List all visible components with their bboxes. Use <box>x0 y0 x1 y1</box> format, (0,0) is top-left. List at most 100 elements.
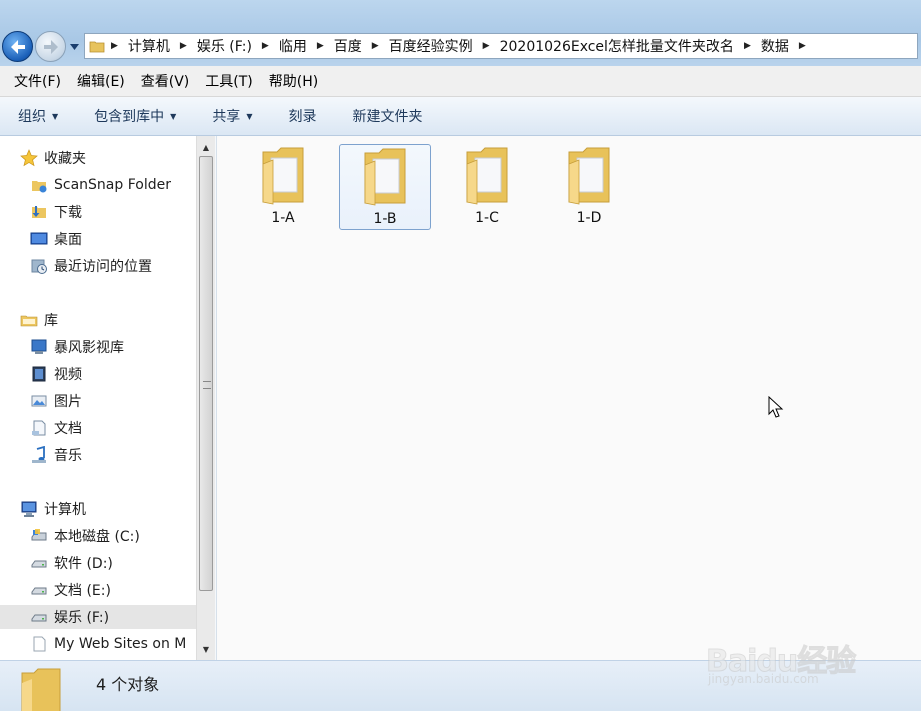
breadcrumb-item[interactable]: 百度经验实例 <box>385 36 477 56</box>
menu-file[interactable]: 文件(F) <box>14 71 61 91</box>
menu-bar: 文件(F) 编辑(E) 查看(V) 工具(T) 帮助(H) <box>0 66 921 97</box>
chevron-down-icon: ▼ <box>170 111 177 121</box>
folder-item-selected[interactable]: 1-B <box>339 144 431 230</box>
media-library-icon <box>30 338 48 356</box>
navigation-pane: 收藏夹 ScanSnap Folder 下载 桌面 最近访问的位置 库 暴风影视… <box>0 136 196 660</box>
new-folder-button[interactable]: 新建文件夹 <box>352 106 422 126</box>
sidebar-item-label: 文档 <box>54 421 82 437</box>
organize-button[interactable]: 组织 ▼ <box>18 106 58 126</box>
breadcrumb-separator[interactable]: ▶ <box>105 41 124 51</box>
library-icon <box>20 311 38 329</box>
breadcrumb-item[interactable]: 20201026Excel怎样批量文件夹改名 <box>496 36 738 56</box>
picture-library-icon <box>30 392 48 410</box>
sidebar-item-recent-places[interactable]: 最近访问的位置 <box>30 254 152 278</box>
address-bar[interactable]: ▶ 计算机 ▶ 娱乐 (F:) ▶ 临用 ▶ 百度 ▶ 百度经验实例 ▶ 202… <box>84 33 918 59</box>
folder-icon <box>21 668 61 711</box>
watermark-url: jingyan.baidu.com <box>708 672 819 686</box>
menu-view[interactable]: 查看(V) <box>141 71 190 91</box>
download-folder-icon <box>30 203 48 221</box>
sidebar-item-label: 图片 <box>54 394 82 410</box>
sidebar-item-drive-c[interactable]: 本地磁盘 (C:) <box>30 524 140 548</box>
sidebar-label: 计算机 <box>44 502 86 518</box>
menu-help[interactable]: 帮助(H) <box>269 71 318 91</box>
folder-item[interactable]: 1-C <box>441 144 533 230</box>
document-library-icon <box>30 419 48 437</box>
item-count: 4 个对象 <box>96 675 160 694</box>
organize-label: 组织 <box>18 109 46 125</box>
share-button[interactable]: 共享 ▼ <box>212 106 252 126</box>
menu-tools[interactable]: 工具(T) <box>205 71 252 91</box>
scansnap-folder-icon <box>30 176 48 194</box>
web-folder-icon <box>30 635 48 653</box>
include-in-library-button[interactable]: 包含到库中 ▼ <box>94 106 176 126</box>
recent-pages-dropdown[interactable] <box>67 40 81 54</box>
chevron-down-icon: ▼ <box>246 111 253 121</box>
sidebar-label: 收藏夹 <box>44 151 86 167</box>
back-button[interactable] <box>2 31 33 62</box>
breadcrumb-separator[interactable]: ▶ <box>366 41 385 51</box>
hard-drive-icon <box>30 581 48 599</box>
sidebar-item-drive-f[interactable]: 娱乐 (F:) <box>0 605 196 629</box>
sidebar-item-downloads[interactable]: 下载 <box>30 200 82 224</box>
navigation-scrollbar[interactable]: ▲ ▼ <box>196 136 215 660</box>
folder-item[interactable]: 1-A <box>237 144 329 230</box>
mouse-cursor-icon <box>768 396 784 418</box>
sidebar-item-label: 下载 <box>54 205 82 221</box>
folder-icon <box>262 147 304 205</box>
sidebar-item-desktop[interactable]: 桌面 <box>30 227 82 251</box>
computer-icon <box>20 500 38 518</box>
hard-drive-icon <box>30 608 48 626</box>
sidebar-item-label: 本地磁盘 (C:) <box>54 529 140 545</box>
sidebar-item-drive-d[interactable]: 软件 (D:) <box>30 551 113 575</box>
folder-item[interactable]: 1-D <box>543 144 635 230</box>
file-list[interactable]: 1-A 1-B 1-C 1-D <box>216 136 921 660</box>
breadcrumb-item[interactable]: 数据 <box>757 36 793 56</box>
star-icon <box>20 149 38 167</box>
folder-label: 1-D <box>576 210 602 226</box>
sidebar-item-documents[interactable]: 文档 <box>30 416 82 440</box>
forward-button[interactable] <box>35 31 66 62</box>
scroll-up-arrow[interactable]: ▲ <box>197 138 215 156</box>
include-in-library-label: 包含到库中 <box>94 109 165 125</box>
sidebar-item-drive-e[interactable]: 文档 (E:) <box>30 578 111 602</box>
breadcrumb-item[interactable]: 百度 <box>330 36 366 56</box>
sidebar-favorites-header[interactable]: 收藏夹 <box>20 146 86 170</box>
breadcrumb-item[interactable]: 娱乐 (F:) <box>193 36 256 56</box>
breadcrumb-separator[interactable]: ▶ <box>477 41 496 51</box>
baidu-watermark: Baidu经验 jingyan.baidu.com <box>705 632 906 692</box>
desktop-icon <box>30 230 48 248</box>
folder-icon <box>364 148 406 206</box>
sidebar-item-baofeng-library[interactable]: 暴风影视库 <box>30 335 124 359</box>
sidebar-item-pictures[interactable]: 图片 <box>30 389 82 413</box>
sidebar-label: 库 <box>44 313 58 329</box>
breadcrumb-separator[interactable]: ▶ <box>311 41 330 51</box>
breadcrumb-item[interactable]: 计算机 <box>124 36 174 56</box>
sidebar-item-label: 文档 (E:) <box>54 583 111 599</box>
burn-label: 刻录 <box>288 109 317 125</box>
command-bar: 组织 ▼ 包含到库中 ▼ 共享 ▼ 刻录 新建文件夹 <box>0 97 921 136</box>
grip-icon <box>203 381 211 389</box>
sidebar-item-label: 视频 <box>54 367 82 383</box>
sidebar-item-videos[interactable]: 视频 <box>30 362 82 386</box>
chevron-down-icon: ▼ <box>52 111 59 121</box>
breadcrumb-separator[interactable]: ▶ <box>256 41 275 51</box>
sidebar-item-label: My Web Sites on M <box>54 636 187 652</box>
sidebar-item-web-sites[interactable]: My Web Sites on M <box>30 632 186 656</box>
breadcrumb-separator[interactable]: ▶ <box>738 41 757 51</box>
scroll-thumb[interactable] <box>199 156 213 591</box>
menu-edit[interactable]: 编辑(E) <box>77 71 125 91</box>
sidebar-item-music[interactable]: 音乐 <box>30 443 82 467</box>
folder-icon <box>568 147 610 205</box>
sidebar-libraries-header[interactable]: 库 <box>20 308 58 332</box>
breadcrumb-separator[interactable]: ▶ <box>793 41 812 51</box>
sidebar-item-scansnap[interactable]: ScanSnap Folder <box>30 173 171 197</box>
music-library-icon <box>30 446 48 464</box>
folder-icon <box>89 41 105 53</box>
burn-button[interactable]: 刻录 <box>288 106 316 126</box>
sidebar-computer-header[interactable]: 计算机 <box>20 497 86 521</box>
breadcrumb-item[interactable]: 临用 <box>275 36 311 56</box>
folder-label: 1-C <box>475 210 499 226</box>
breadcrumb-separator[interactable]: ▶ <box>174 41 193 51</box>
hard-drive-icon <box>30 554 48 572</box>
scroll-down-arrow[interactable]: ▼ <box>197 640 215 658</box>
